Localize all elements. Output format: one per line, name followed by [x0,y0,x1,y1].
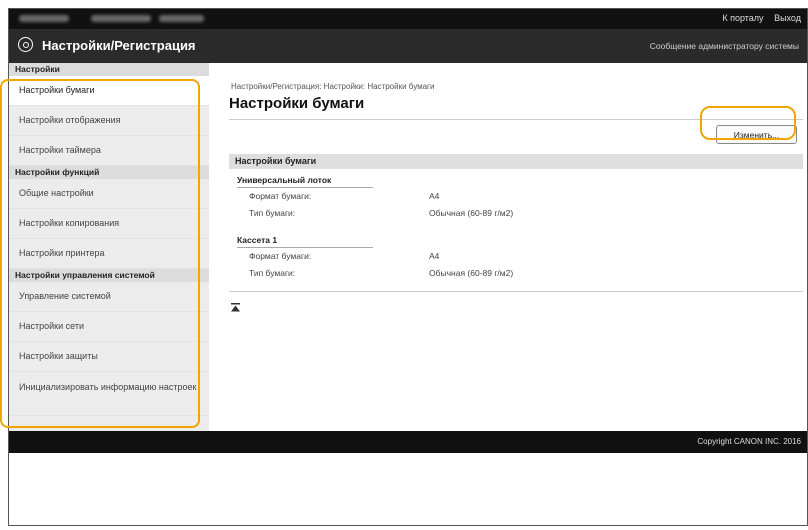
sidebar-item-common-settings[interactable]: Общие настройки [9,179,209,209]
main-content: Настройки/Регистрация: Настройки: Настро… [209,63,807,431]
sidebar-item-printer-settings[interactable]: Настройки принтера [9,239,209,269]
paper-settings-section-header: Настройки бумаги [229,154,803,169]
tray-paper-type-label: Тип бумаги: [249,208,296,218]
sidebar: Настройки Настройки бумаги Настройки ото… [9,63,209,431]
cassette-1-title: Кассета 1 [237,235,278,245]
blurred-device-info [159,15,204,22]
browser-frame: К порталу Выход Настройки/Регистрация Со… [8,8,808,526]
tray-paper-size-label: Формат бумаги: [249,191,312,201]
sidebar-item-system-management[interactable]: Управление системой [9,282,209,312]
cassette-paper-size-value: A4 [429,251,440,261]
app-header: Настройки/Регистрация Сообщение админист… [9,29,807,63]
cassette-paper-type-label: Тип бумаги: [249,268,296,278]
group-divider [237,247,373,248]
multipurpose-tray-title: Универсальный лоток [237,175,332,185]
sidebar-item-copy-settings[interactable]: Настройки копирования [9,209,209,239]
sidebar-item-timer-settings[interactable]: Настройки таймера [9,136,209,166]
back-to-top-icon[interactable] [231,303,240,315]
edit-button[interactable]: Изменить... [716,125,797,144]
cassette-paper-size-label: Формат бумаги: [249,251,312,261]
sidebar-item-security-settings[interactable]: Настройки защиты [9,342,209,372]
page-title: Настройки бумаги [229,95,365,112]
cassette-paper-type-value: Обычная (60-89 г/м2) [429,268,514,278]
sidebar-item-paper-settings[interactable]: Настройки бумаги [9,76,209,106]
sidebar-item-display-settings[interactable]: Настройки отображения [9,106,209,136]
app-title: Настройки/Регистрация [42,38,196,53]
group-divider [237,187,373,188]
sidebar-item-initialize-settings[interactable]: Инициализировать информацию настроек [9,372,209,416]
blurred-device-name [19,15,69,22]
tray-paper-size-value: A4 [429,191,440,201]
breadcrumb: Настройки/Регистрация: Настройки: Настро… [231,82,435,91]
sidebar-section-function-settings: Настройки функций [9,166,209,179]
logout-link[interactable]: Выход [774,13,801,23]
settings-gear-icon [18,37,33,52]
sidebar-section-system-management: Настройки управления системой [9,269,209,282]
sidebar-section-settings: Настройки [9,63,209,76]
copyright-text: Copyright CANON INC. 2016 [697,437,801,446]
portal-link[interactable]: К порталу [722,13,763,23]
top-bar: К порталу Выход [9,9,807,29]
blurred-device-model [91,15,151,22]
tray-paper-type-value: Обычная (60-89 г/м2) [429,208,514,218]
content-divider [229,291,803,292]
sidebar-item-network-settings[interactable]: Настройки сети [9,312,209,342]
footer: Copyright CANON INC. 2016 [9,431,807,453]
admin-message-link[interactable]: Сообщение администратору системы [650,41,799,51]
title-divider [229,119,803,120]
